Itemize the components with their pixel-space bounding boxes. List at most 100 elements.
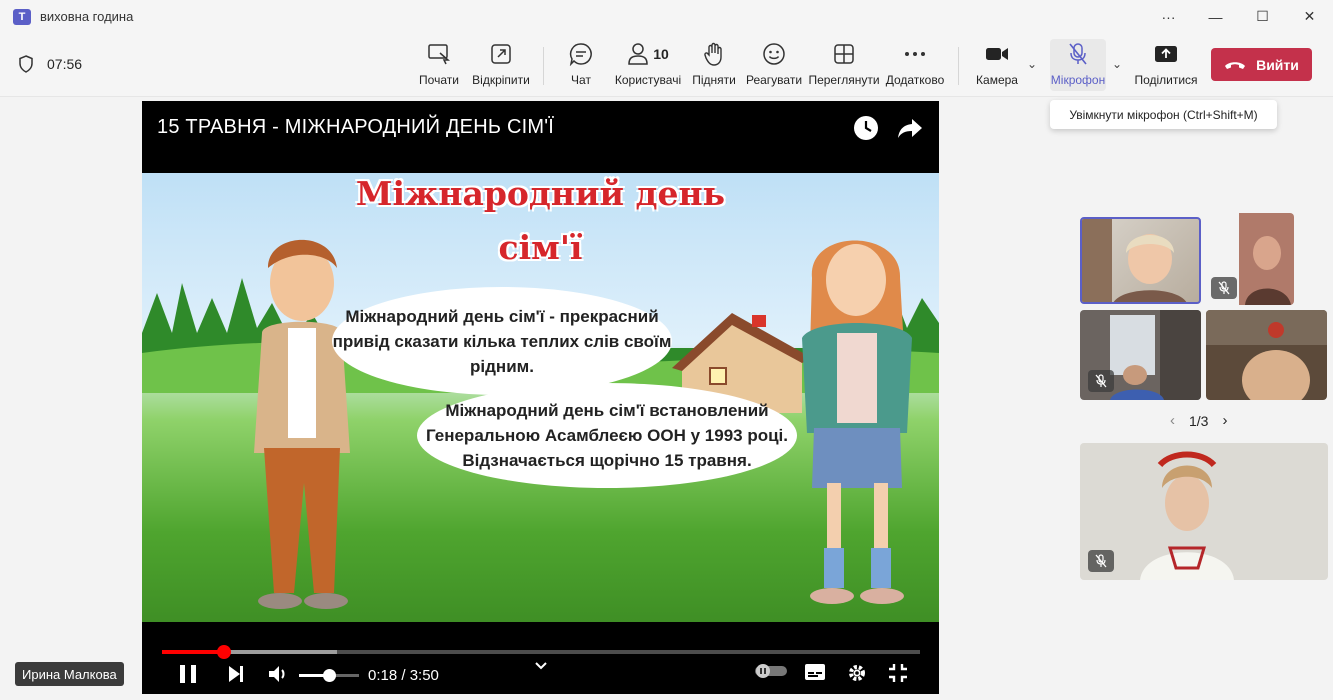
minimize-button[interactable]: — [1192,0,1239,33]
participant-tile-4[interactable] [1206,310,1327,400]
boy-illustration [254,239,350,609]
chevron-left-icon[interactable]: ‹ [1170,412,1175,429]
volume-slider[interactable] [299,669,359,682]
speech-bubble-1: Міжнародний день сім'ї - прекрасний прив… [332,287,672,395]
mic-off-badge [1088,550,1114,572]
maximize-button[interactable]: ☐ [1239,0,1286,33]
chat-label: Чат [571,73,591,87]
emoji-icon [763,43,785,65]
more-button[interactable]: Додатково [886,41,944,91]
played-bar [162,650,224,654]
participant-tile-2[interactable] [1209,213,1294,305]
settings-gear-icon[interactable] [847,663,867,683]
video-frame: Міжнародний день сім'ї Міжнародний день … [142,173,939,622]
meeting-timer: 07:56 [18,55,82,73]
raise-hand-button[interactable]: Підняти [692,41,736,91]
mic-off-icon [1218,281,1230,295]
react-button[interactable]: Реагувати [745,41,803,91]
timer-text: 07:56 [47,56,83,72]
share-button[interactable]: Поділитися [1134,41,1198,91]
view-label: Переглянути [808,73,880,87]
slide-title-line-2: сім'ї [498,228,583,267]
mic-label: Мікрофон [1050,73,1106,87]
title-bar: T виховна година ··· — ☐ ✕ [0,0,1333,33]
mic-off-icon [1069,43,1087,65]
mic-off-icon [1095,554,1107,568]
react-label: Реагувати [745,73,803,87]
people-label: Користувачі [614,73,682,87]
chevron-right-icon[interactable]: › [1222,412,1227,429]
participant-tile-self[interactable] [1080,217,1201,304]
participant-pager: ‹ 1/3 › [1170,412,1227,429]
start-icon [428,44,450,65]
detach-button[interactable]: Відкріпити [472,41,530,91]
video-controls: 0:18 / 3:50 [142,659,939,691]
teams-icon: T [13,8,31,25]
camera-label: Камера [976,73,1018,87]
participant-video [1080,443,1328,580]
participant-tile-3[interactable] [1080,310,1201,400]
detach-label: Відкріпити [472,73,530,87]
start-label: Почати [419,73,459,87]
people-count: 10 [653,46,669,62]
more-label: Додатково [885,73,945,87]
mic-options-chevron-icon[interactable]: ⌄ [1112,57,1122,71]
mic-tooltip: Увімкнути мікрофон (Ctrl+Shift+M) [1050,100,1277,129]
pop-out-icon [491,44,511,64]
volume-knob[interactable] [323,669,336,682]
pause-icon[interactable] [178,663,198,685]
share-arrow-icon[interactable] [897,115,923,141]
start-button[interactable]: Почати [418,41,460,91]
slide-title: Міжнародний день сім'ї [142,173,939,269]
raise-label: Підняти [692,73,736,87]
video-progress-bar[interactable] [162,645,920,659]
leave-button[interactable]: Вийти [1211,48,1312,81]
hang-up-icon [1225,61,1246,69]
presenter-name-tag: Ирина Малкова [15,662,124,686]
camera-options-chevron-icon[interactable]: ⌄ [1027,57,1037,71]
chat-button[interactable]: Чат [567,41,595,91]
shared-video-player[interactable]: 15 ТРАВНЯ - МІЖНАРОДНИЙ ДЕНЬ СІМ'Ї Міжна… [142,101,939,694]
participant-video [1206,310,1327,400]
leave-label: Вийти [1256,56,1299,73]
mic-off-badge [1088,370,1114,392]
video-title: 15 ТРАВНЯ - МІЖНАРОДНИЙ ДЕНЬ СІМ'Ї [157,116,554,138]
meeting-toolbar: 07:56 Почати Відкріпити Чат 10 Користува… [0,33,1333,97]
autoplay-toggle-icon[interactable] [754,663,788,679]
pager-text: 1/3 [1189,412,1209,429]
speech-bubble-2: Міжнародний день сім'ї встановлений Гене… [417,383,797,488]
participant-tile-5[interactable] [1080,443,1328,580]
video-time: 0:18 / 3:50 [368,667,439,684]
more-options-icon[interactable]: ··· [1145,0,1192,33]
chevron-down-icon[interactable] [534,661,548,671]
window-title: виховна година [40,9,134,24]
people-button[interactable]: 10 Користувачі [614,41,682,91]
girl-illustration [802,240,912,604]
subtitles-icon[interactable] [804,663,826,681]
share-label: Поділитися [1134,73,1198,87]
toolbar-divider [958,47,959,85]
more-icon [905,52,925,56]
exit-fullscreen-icon[interactable] [888,663,908,683]
share-icon [1155,46,1177,62]
mic-button[interactable]: Мікрофон [1050,39,1106,91]
grid-view-icon [834,44,854,64]
raise-hand-icon [704,42,722,66]
mic-off-badge [1211,277,1237,299]
camera-button[interactable]: Камера [975,41,1019,91]
close-button[interactable]: ✕ [1286,0,1333,33]
next-icon[interactable] [227,663,245,685]
volume-icon[interactable] [268,663,288,685]
video-actions [853,115,923,141]
watch-later-icon[interactable] [853,115,879,141]
slide-title-line-1: Міжнародний день [355,174,726,213]
toolbar-divider [543,47,544,85]
progress-scrubber[interactable] [217,645,231,659]
mic-off-icon [1095,374,1107,388]
participant-video [1082,219,1187,302]
window-controls: ··· — ☐ ✕ [1145,0,1333,33]
chat-icon [569,43,592,66]
people-icon [628,43,648,65]
shield-icon [19,55,33,73]
view-button[interactable]: Переглянути [808,41,880,91]
